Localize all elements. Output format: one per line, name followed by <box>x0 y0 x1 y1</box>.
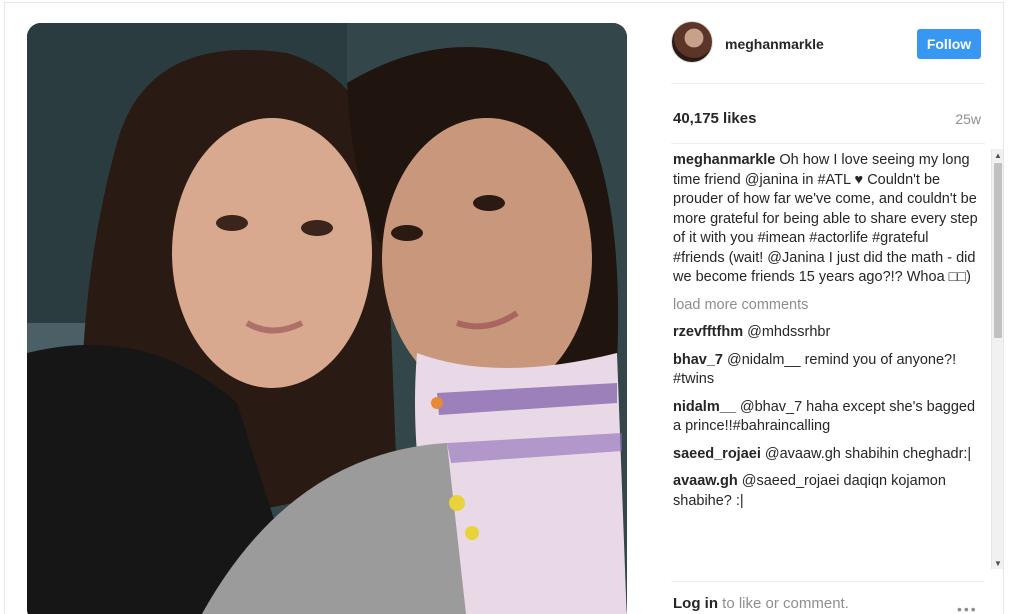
photo-illustration <box>27 23 627 614</box>
scroll-down-arrow-icon[interactable]: ▼ <box>992 557 1004 569</box>
login-prompt: Log in to like or comment. <box>673 595 849 612</box>
follow-button[interactable]: Follow <box>917 29 981 59</box>
caption: meghanmarkle Oh how I love seeing my long… <box>673 151 981 288</box>
post-card: meghanmarkle Follow 40,175 likes 25w meg… <box>4 2 1004 614</box>
comment-username[interactable]: saeed_rojaei <box>673 446 761 462</box>
likes-divider <box>671 143 985 144</box>
avatar[interactable] <box>671 21 713 63</box>
post-side-panel: meghanmarkle Follow 40,175 likes 25w meg… <box>657 3 1005 614</box>
comment-username[interactable]: avaaw.gh <box>673 473 738 489</box>
likes-count[interactable]: 40,175 likes <box>673 110 756 127</box>
post-photo[interactable] <box>27 23 627 614</box>
load-more-comments-link[interactable]: load more comments <box>673 296 981 316</box>
comments-scrollbar[interactable]: ▲ ▼ <box>991 149 1003 569</box>
caption-username[interactable]: meghanmarkle <box>673 152 775 168</box>
comment-username[interactable]: nidalm__ <box>673 399 736 415</box>
comment-text: @avaaw.gh shabihin cheghadr:| <box>764 445 972 462</box>
comment-username[interactable]: bhav_7 <box>673 352 723 368</box>
post-age[interactable]: 25w <box>955 111 981 127</box>
comment-item: nidalm__ @bhav_7 haha except she's bagged… <box>673 398 981 437</box>
comments-list: meghanmarkle Oh how I love seeing my long… <box>673 151 981 571</box>
header-divider <box>671 83 985 84</box>
post-header: meghanmarkle Follow <box>657 3 991 83</box>
comment-item: avaaw.gh @saeed_rojaei daqiqn kojamon sha… <box>673 472 981 511</box>
comment-item: bhav_7 @nidalm__ remind you of anyone?! #… <box>673 351 981 390</box>
caption-text: Oh how I love seeing my long time friend… <box>673 152 978 285</box>
footer-divider <box>671 581 985 582</box>
comment-item: saeed_rojaei @avaaw.gh shabihin cheghadr:… <box>673 445 981 465</box>
more-options-icon[interactable]: ••• <box>957 601 978 614</box>
login-prompt-text: to like or comment. <box>718 595 849 612</box>
scroll-up-arrow-icon[interactable]: ▲ <box>992 149 1004 161</box>
comment-text: @mhdssrhbr <box>747 324 831 340</box>
post-username[interactable]: meghanmarkle <box>725 36 824 52</box>
comment-username[interactable]: rzevfftfhm <box>673 324 743 340</box>
scroll-thumb[interactable] <box>994 163 1002 338</box>
comment-item: rzevfftfhm @mhdssrhbr <box>673 323 981 343</box>
login-link[interactable]: Log in <box>673 595 718 612</box>
